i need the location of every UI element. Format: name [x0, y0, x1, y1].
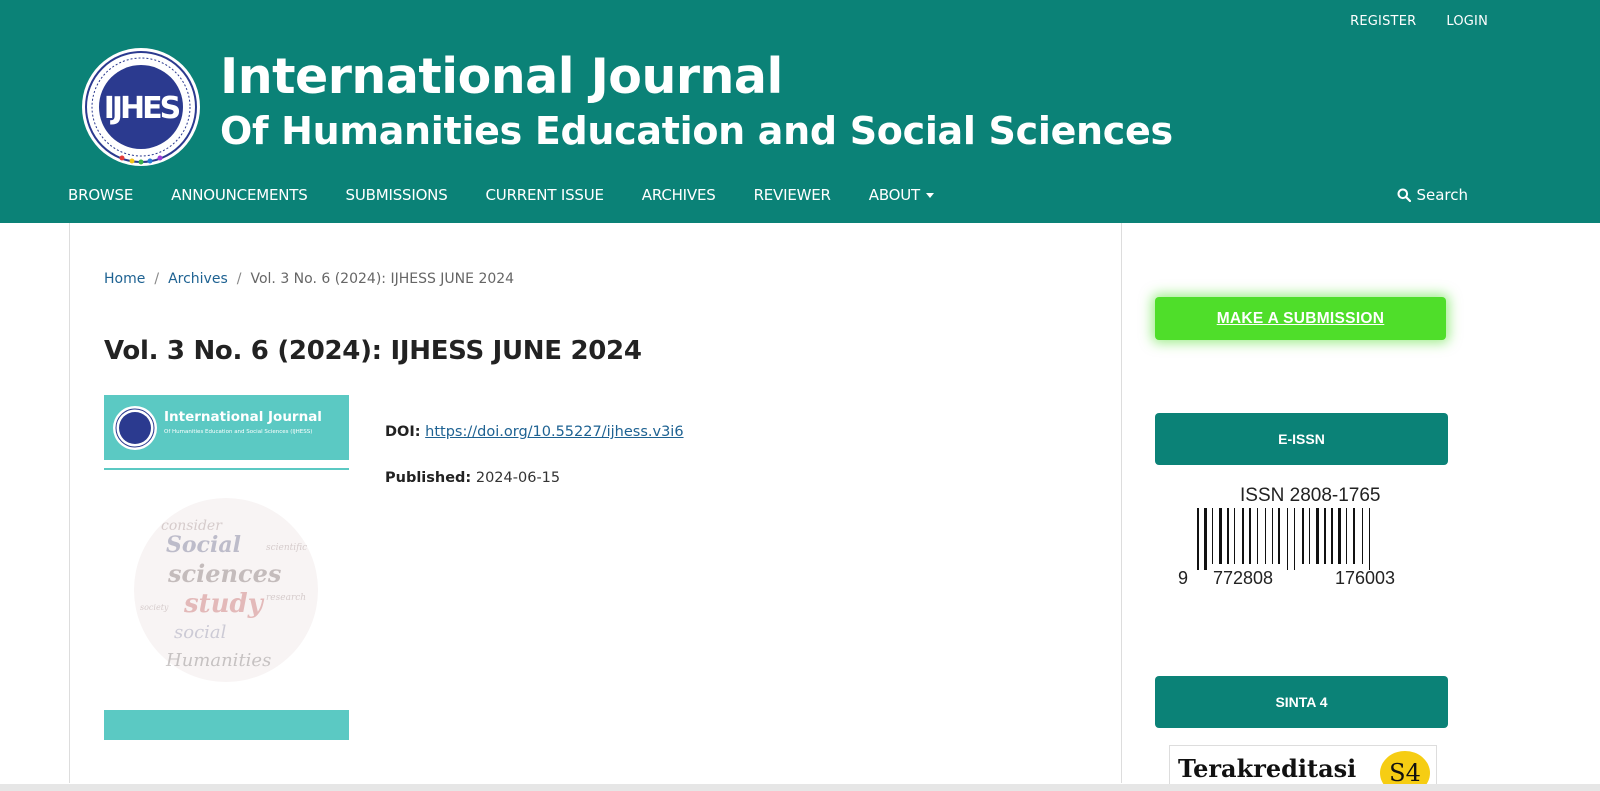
terakreditasi-text: Terakreditasi — [1178, 754, 1357, 783]
site-header: REGISTER LOGIN IJHES International Journ… — [0, 0, 1600, 223]
nav-about[interactable]: ABOUT — [868, 186, 935, 204]
cover-footer-band — [104, 710, 349, 740]
published-date: 2024-06-15 — [475, 470, 561, 486]
breadcrumb: Home / Archives / Vol. 3 No. 6 (2024): IJHES… — [104, 271, 514, 287]
barcode-bar — [1234, 508, 1235, 564]
site-title-line1: International Journal — [220, 48, 783, 105]
barcode-bar — [1316, 508, 1319, 564]
barcode-digit-1: 9 — [1178, 568, 1189, 588]
issue-cover-image[interactable]: International Journal Of Humanities Educ… — [104, 395, 349, 740]
svg-text:social: social — [174, 622, 227, 643]
user-nav: REGISTER LOGIN — [1350, 14, 1488, 29]
barcode-bar — [1362, 508, 1363, 564]
cover-divider — [104, 468, 349, 470]
search-label: Search — [1416, 186, 1468, 204]
site-title-line2: Of Humanities Education and Social Scien… — [220, 109, 1173, 153]
nav-archives[interactable]: ARCHIVES — [642, 186, 716, 204]
issue-metadata: DOI: https://doi.org/10.55227/ijhess.v3i… — [385, 424, 684, 516]
cover-subtitle: Of Humanities Education and Social Scien… — [164, 429, 313, 435]
svg-text:research: research — [266, 593, 306, 603]
nav-browse[interactable]: BROWSE — [68, 186, 133, 204]
doi-link[interactable]: https://doi.org/10.55227/ijhess.v3i6 — [425, 424, 683, 440]
barcode-bar — [1219, 508, 1222, 564]
barcode-bar — [1309, 508, 1310, 564]
login-link[interactable]: LOGIN — [1446, 14, 1488, 29]
barcode-digit-2: 772808 — [1213, 568, 1274, 588]
register-link[interactable]: REGISTER — [1350, 14, 1416, 29]
barcode-bar — [1197, 508, 1199, 570]
svg-text:scientific: scientific — [266, 543, 307, 553]
nav-submissions[interactable]: SUBMISSIONS — [346, 186, 448, 204]
caret-down-icon — [926, 193, 935, 198]
sinta-block: SINTA 4 — [1155, 676, 1448, 728]
eissn-block: E-ISSN — [1155, 413, 1448, 465]
journal-logo[interactable]: IJHES — [80, 46, 202, 168]
barcode-bar — [1287, 508, 1288, 570]
barcode-bar — [1302, 508, 1304, 564]
site-title: International Journal Of Humanities Educ… — [220, 45, 1173, 155]
barcode-bar — [1338, 508, 1341, 564]
barcode-bar — [1346, 508, 1347, 564]
published-label: Published: — [385, 470, 472, 486]
svg-text:IJHES: IJHES — [104, 91, 180, 126]
nav-about-label: ABOUT — [868, 186, 921, 204]
browser-bottom-strip — [0, 784, 1600, 791]
barcode-bar — [1227, 508, 1229, 564]
doi-label: DOI: — [385, 424, 421, 440]
word-cloud-graphic: consider Social sciences study social Hu… — [134, 498, 318, 682]
primary-nav: BROWSE ANNOUNCEMENTS SUBMISSIONS CURRENT… — [68, 186, 972, 204]
barcode-bar — [1294, 508, 1295, 570]
breadcrumb-current: Vol. 3 No. 6 (2024): IJHESS JUNE 2024 — [250, 271, 515, 287]
svg-text:Social: Social — [166, 532, 241, 558]
barcode-bar — [1249, 508, 1251, 564]
barcode-bar — [1324, 508, 1326, 564]
page-title: Vol. 3 No. 6 (2024): IJHESS JUNE 2024 — [104, 336, 642, 366]
nav-reviewer[interactable]: REVIEWER — [754, 186, 831, 204]
barcode-bar — [1212, 508, 1213, 564]
breadcrumb-home[interactable]: Home — [104, 271, 145, 287]
barcode-bar — [1278, 508, 1280, 564]
barcode-bar — [1257, 508, 1258, 564]
barcode-digit-3: 176003 — [1335, 568, 1396, 588]
svg-text:sciences: sciences — [167, 559, 282, 588]
barcode-bar — [1353, 508, 1355, 564]
published-row: Published: 2024-06-15 — [385, 470, 684, 486]
barcode-bar — [1204, 508, 1207, 570]
breadcrumb-archives[interactable]: Archives — [168, 271, 228, 287]
search-button[interactable]: Search — [1397, 186, 1468, 204]
search-icon — [1397, 188, 1412, 202]
issn-number: ISSN 2808-1765 — [1240, 485, 1381, 506]
make-submission-button[interactable]: MAKE A SUBMISSION — [1155, 297, 1446, 340]
barcode-bar — [1369, 508, 1370, 570]
nav-announcements[interactable]: ANNOUNCEMENTS — [171, 186, 308, 204]
barcode-bar — [1331, 508, 1333, 564]
journal-logo-icon: IJHES — [82, 48, 200, 166]
breadcrumb-separator: / — [154, 271, 160, 287]
barcode-bar — [1272, 508, 1273, 564]
breadcrumb-separator: / — [236, 271, 242, 287]
svg-text:Humanities: Humanities — [165, 650, 271, 671]
doi-row: DOI: https://doi.org/10.55227/ijhess.v3i… — [385, 424, 684, 440]
cover-title: International Journal — [164, 409, 322, 425]
svg-text:study: study — [183, 589, 265, 619]
barcode-bar — [1265, 508, 1266, 564]
nav-current-issue[interactable]: CURRENT ISSUE — [486, 186, 604, 204]
cover-logo-icon — [113, 406, 157, 450]
svg-text:society: society — [140, 603, 169, 612]
barcode-bar — [1242, 508, 1244, 564]
issn-barcode — [1197, 508, 1370, 570]
